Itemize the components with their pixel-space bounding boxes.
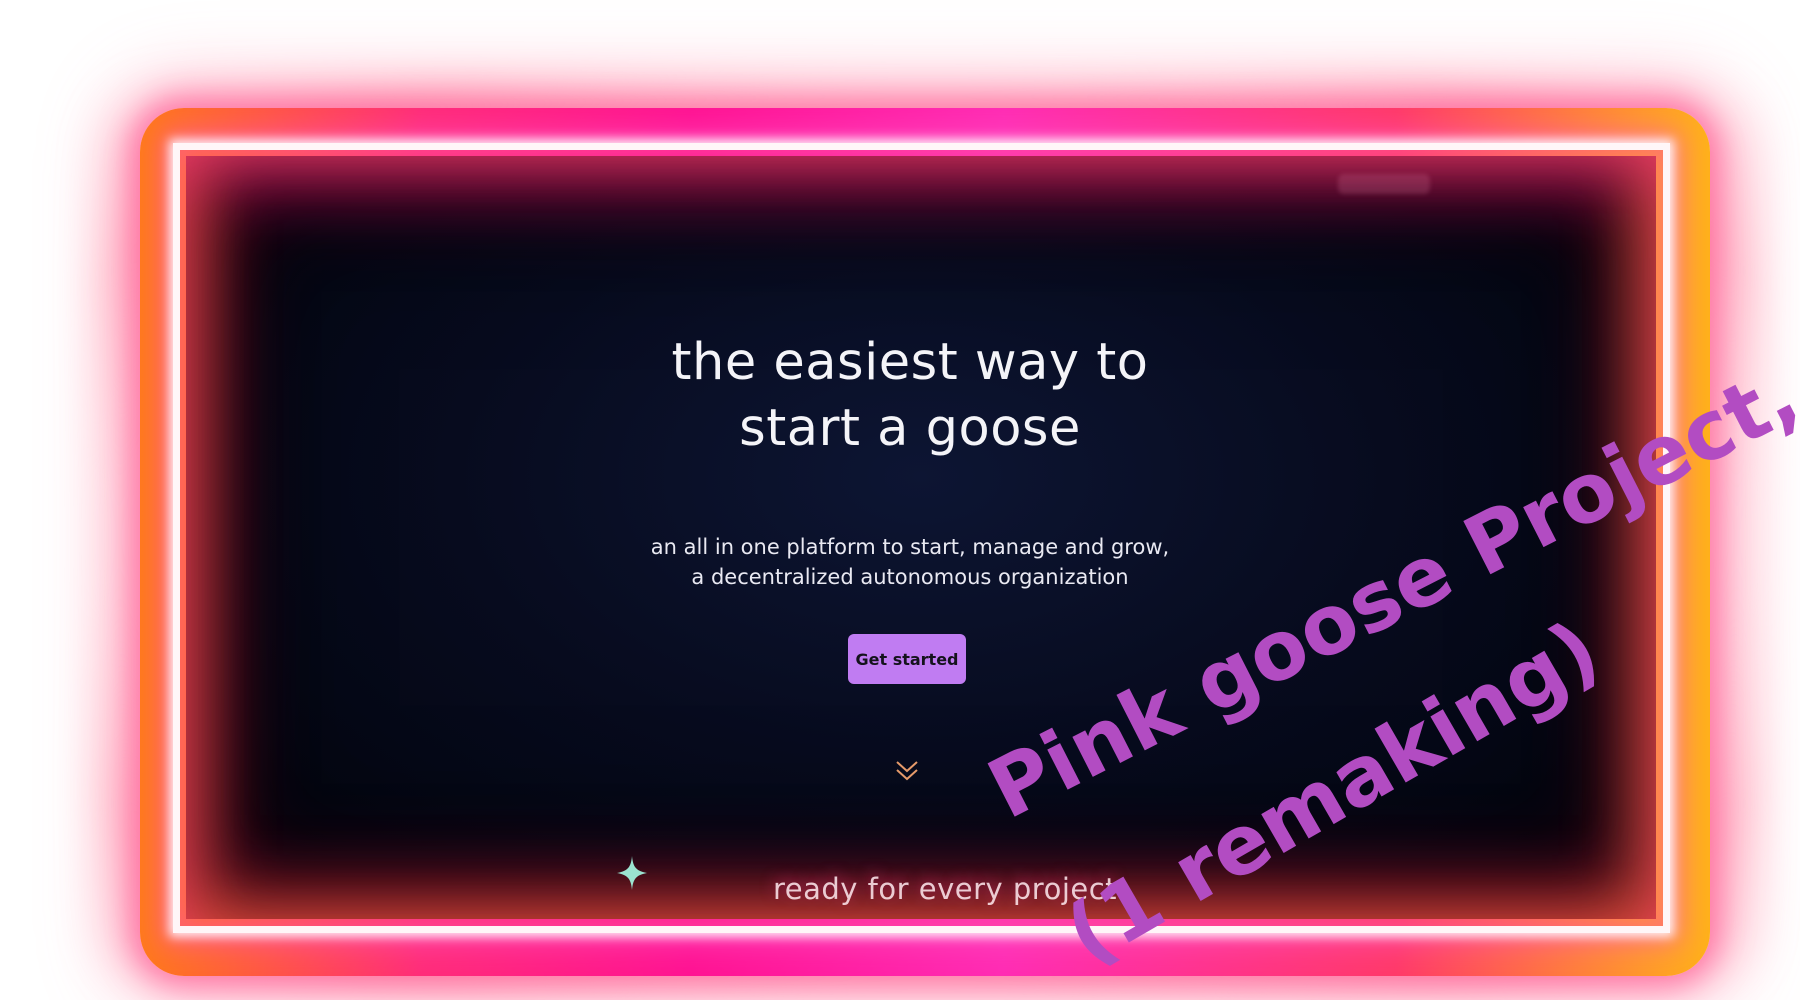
get-started-button[interactable]: Get started: [848, 634, 966, 684]
hero-title-line-1: the easiest way to: [671, 333, 1149, 392]
hero-title: the easiest way to start a goose: [500, 330, 1320, 462]
hero-subtitle-line-2: a decentralized autonomous organization: [691, 565, 1129, 589]
hero-subtitle: an all in one platform to start, manage …: [560, 532, 1260, 592]
hero-subtitle-line-1: an all in one platform to start, manage …: [650, 535, 1170, 559]
nav-logo-fragment: [322, 165, 482, 183]
double-chevron-down-icon[interactable]: [893, 758, 921, 784]
hero-title-line-2: start a goose: [739, 399, 1081, 458]
nav-button-fragment: [1338, 174, 1430, 194]
section-heading-ready: ready for every project: [772, 872, 1118, 906]
screenshot-stage: the easiest way to start a goose an all …: [0, 0, 1800, 1000]
